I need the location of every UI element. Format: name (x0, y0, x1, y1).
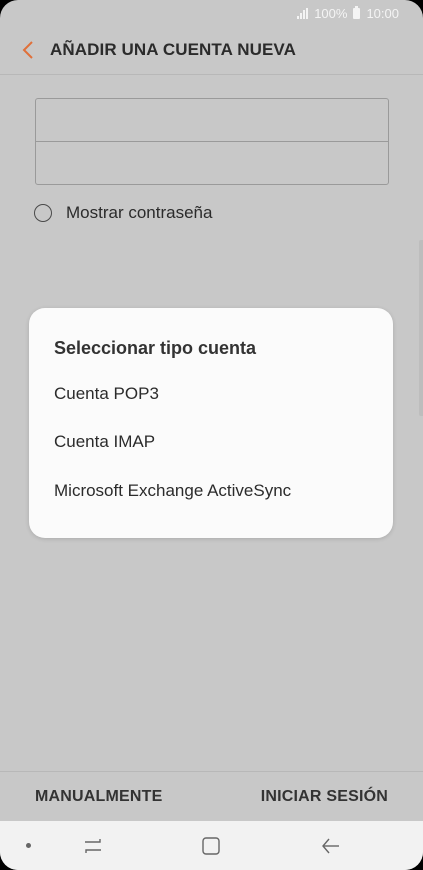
page-title: AÑADIR UNA CUENTA NUEVA (50, 40, 296, 59)
screen: 100% 10:00 AÑADIR UNA CUENTA NUEVA Mostr… (0, 0, 423, 870)
account-type-dialog: Seleccionar tipo cuenta Cuenta POP3 Cuen… (29, 308, 393, 538)
scrollbar[interactable] (419, 240, 423, 416)
chevron-left-icon[interactable] (8, 26, 48, 74)
header: AÑADIR UNA CUENTA NUEVA (0, 26, 423, 75)
sign-in-button[interactable]: INICIAR SESIÓN (261, 788, 388, 806)
password-field[interactable] (36, 141, 388, 184)
radio-unchecked-icon[interactable] (34, 204, 52, 222)
show-password-toggle[interactable]: Mostrar contraseña (34, 203, 212, 223)
email-field[interactable] (36, 99, 388, 141)
action-bar: MANUALMENTE INICIAR SESIÓN (0, 771, 423, 821)
recent-apps-icon[interactable] (80, 833, 106, 859)
manual-setup-button[interactable]: MANUALMENTE (35, 788, 163, 806)
home-icon[interactable] (198, 833, 224, 859)
status-bar: 100% 10:00 (0, 0, 423, 26)
credentials-fields (35, 98, 389, 185)
battery-icon (353, 5, 361, 19)
dot-indicator-icon (26, 843, 31, 848)
signal-icon (297, 7, 309, 19)
back-arrow-icon[interactable] (318, 833, 344, 859)
option-pop3[interactable]: Cuenta POP3 (54, 384, 159, 404)
option-exchange-activesync[interactable]: Microsoft Exchange ActiveSync (54, 481, 291, 501)
option-imap[interactable]: Cuenta IMAP (54, 432, 155, 452)
battery-percent: 100% (314, 5, 348, 21)
dialog-title: Seleccionar tipo cuenta (54, 338, 257, 358)
clock: 10:00 (366, 5, 399, 21)
navigation-bar (0, 821, 423, 870)
show-password-label: Mostrar contraseña (66, 203, 213, 222)
